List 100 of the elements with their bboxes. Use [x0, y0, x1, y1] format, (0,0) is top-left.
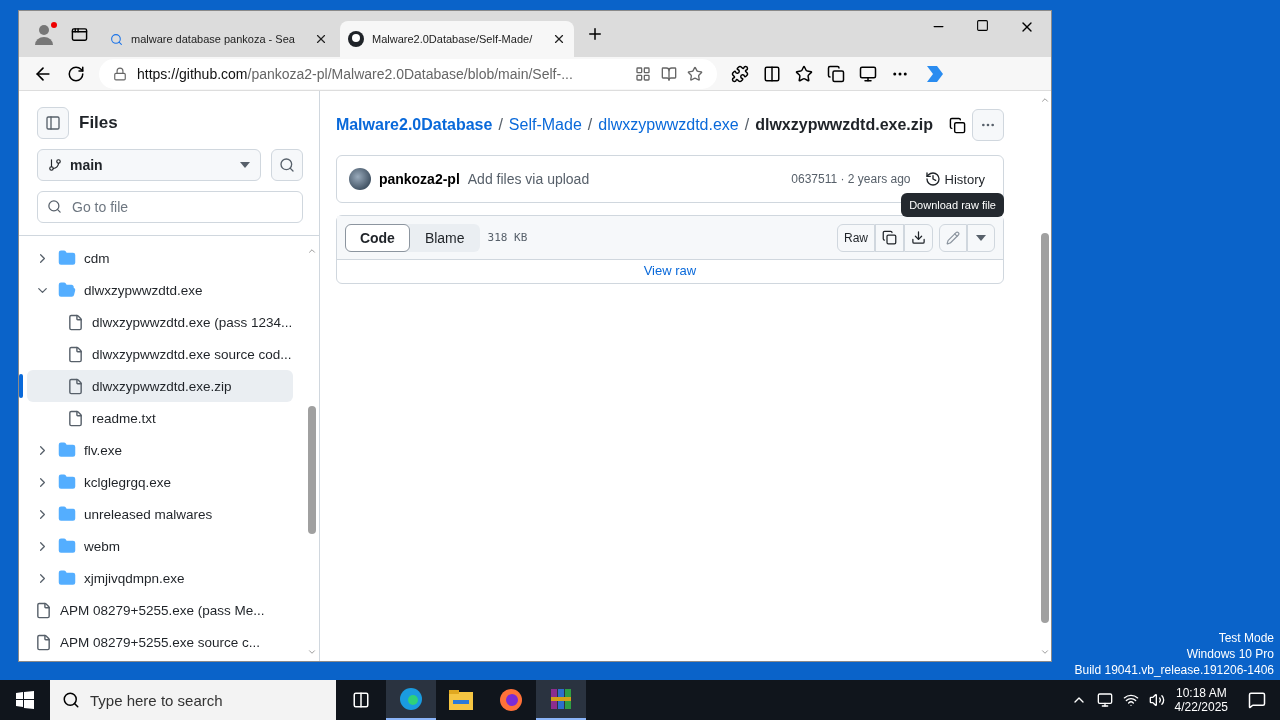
browser-tab[interactable]: Malware2.0Database/Self-Made/	[340, 21, 574, 57]
collapse-sidebar-button[interactable]	[37, 107, 69, 139]
windows-watermark-text: Test Mode	[1218, 630, 1274, 646]
file-tree-item[interactable]: xjmjivqdmpn.exe	[27, 562, 293, 594]
close-icon[interactable]	[314, 32, 328, 46]
file-icon	[35, 601, 52, 619]
edge-icon[interactable]	[386, 680, 436, 720]
search-button[interactable]	[270, 149, 303, 181]
raw-button[interactable]: Raw	[837, 223, 875, 252]
pencil-icon	[946, 230, 960, 245]
sidebar-icon	[45, 115, 61, 131]
scrollbar-thumb[interactable]	[1040, 233, 1049, 623]
folder-icon	[58, 569, 76, 587]
file-tree-item[interactable]: dlwxzypwwzdtd.exe	[27, 274, 293, 306]
file-tree-item[interactable]: unreleased malwares	[27, 498, 293, 530]
branch-selector[interactable]: main	[37, 149, 261, 181]
folder-icon	[58, 537, 76, 555]
sidebar-title: Files	[79, 113, 118, 133]
file-tree-item[interactable]: kclglegrgq.exe	[27, 466, 293, 498]
folder-icon	[58, 281, 76, 299]
scrollbar-thumb[interactable]	[307, 406, 316, 534]
windows-watermark-text: Build 19041.vb_release.191206-1406	[1074, 662, 1274, 678]
breadcrumb-link[interactable]: Malware2.0Database	[335, 116, 493, 134]
file-tree-item[interactable]: cdm	[27, 242, 293, 274]
search-icon	[62, 691, 80, 709]
caret-icon	[239, 162, 250, 168]
read-aloud-icon[interactable]	[661, 65, 677, 82]
breadcrumb-link[interactable]: Self-Made	[508, 116, 582, 134]
breadcrumb-link[interactable]: dlwxzypwwzdtd.exe	[598, 116, 739, 134]
path-separator: /	[587, 116, 593, 134]
view-tab[interactable]: Code	[344, 223, 410, 252]
search-icon	[47, 199, 62, 214]
reload-icon[interactable]	[67, 64, 85, 83]
copy-icon	[882, 230, 897, 245]
tooltip: Download raw file	[901, 193, 1004, 217]
windows-logo-icon	[16, 691, 34, 709]
clock[interactable]: 10:18 AM 4/22/2025	[1174, 686, 1228, 714]
browser-tab[interactable]: malware database pankoza - Sea	[102, 21, 336, 57]
file-tree-item[interactable]: dlwxzypwwzdtd.exe source cod...	[27, 338, 293, 370]
url-text: https://github.com/pankoza2-pl/Malware2.0Database/blob/main/Self-...	[137, 65, 574, 82]
file-icon	[67, 313, 84, 331]
winrar-icon[interactable]	[536, 680, 586, 720]
apps-icon[interactable]	[635, 65, 651, 82]
folder-icon	[58, 505, 76, 523]
address-bar[interactable]: https://github.com/pankoza2-pl/Malware2.0Database/blob/main/Self-...	[99, 58, 717, 89]
download-icon	[911, 230, 926, 245]
collections-icon[interactable]	[827, 64, 845, 83]
history-icon	[924, 171, 941, 187]
commit-author[interactable]: pankoza2-pl	[378, 171, 460, 187]
view-tab[interactable]: Blame	[409, 223, 480, 252]
notifications-icon[interactable]	[1248, 691, 1266, 709]
copy-button[interactable]	[875, 223, 904, 252]
file-tree-item[interactable]: APM 08279+5255.exe source c...	[27, 626, 293, 658]
view-raw-link[interactable]: View raw	[336, 260, 1003, 283]
extensions-icon[interactable]	[731, 64, 749, 83]
copy-icon[interactable]	[949, 116, 966, 134]
search-icon	[110, 32, 123, 46]
star-icon[interactable]	[687, 65, 703, 82]
taskbar-search[interactable]: Type here to search	[50, 680, 336, 720]
tab-actions-icon[interactable]	[71, 25, 88, 43]
network-icon[interactable]	[1096, 692, 1113, 708]
file-tree-item[interactable]: webm	[27, 530, 293, 562]
file-tree-item[interactable]: flv.exe	[27, 434, 293, 466]
file-tree-item[interactable]: APM 08279+5255.exe (pass Me...	[27, 594, 293, 626]
new-tab-icon[interactable]	[586, 25, 604, 43]
commit-message[interactable]: Add files via upload	[467, 171, 590, 187]
performance-icon[interactable]	[859, 64, 877, 83]
volume-icon[interactable]	[1148, 692, 1165, 708]
file-icon	[67, 345, 84, 363]
commit-meta: 0637511 · 2 years ago	[791, 172, 911, 186]
profile-icon	[33, 21, 59, 47]
history-button[interactable]: History	[918, 170, 991, 188]
caret-icon	[976, 234, 986, 241]
maximize-icon[interactable]	[976, 19, 989, 32]
folder-icon	[58, 473, 76, 491]
avatar	[348, 168, 371, 190]
go-to-file-field[interactable]: Go to file	[37, 191, 303, 223]
download-button[interactable]	[904, 223, 933, 252]
path-separator: /	[498, 116, 503, 134]
file-name: dlwxzypwwzdtd.exe.zip	[755, 116, 933, 134]
windows-watermark-text: Windows 10 Pro	[1186, 646, 1274, 662]
file-tree-item[interactable]: dlwxzypwwzdtd.exe.zip	[27, 370, 293, 402]
wifi-icon[interactable]	[1122, 692, 1139, 708]
file-tree-item[interactable]: readme.txt	[27, 402, 293, 434]
octocat-icon	[348, 31, 364, 47]
search-icon	[278, 157, 295, 173]
split-screen-icon[interactable]	[763, 64, 781, 83]
file-tree-item[interactable]: dlwxzypwwzdtd.exe (pass 1234...	[27, 306, 293, 338]
branch-icon	[48, 158, 62, 172]
file-icon	[67, 409, 84, 427]
lock-icon	[113, 66, 127, 81]
file-size: 318 KB	[487, 231, 528, 244]
file-icon	[67, 377, 84, 395]
dropdown-button[interactable]	[967, 223, 995, 252]
close-icon[interactable]	[552, 32, 566, 46]
folder-icon	[58, 249, 76, 267]
path-separator: /	[744, 116, 750, 134]
favorites-icon[interactable]	[795, 64, 813, 83]
folder-icon	[58, 441, 76, 459]
file-icon	[35, 633, 52, 651]
